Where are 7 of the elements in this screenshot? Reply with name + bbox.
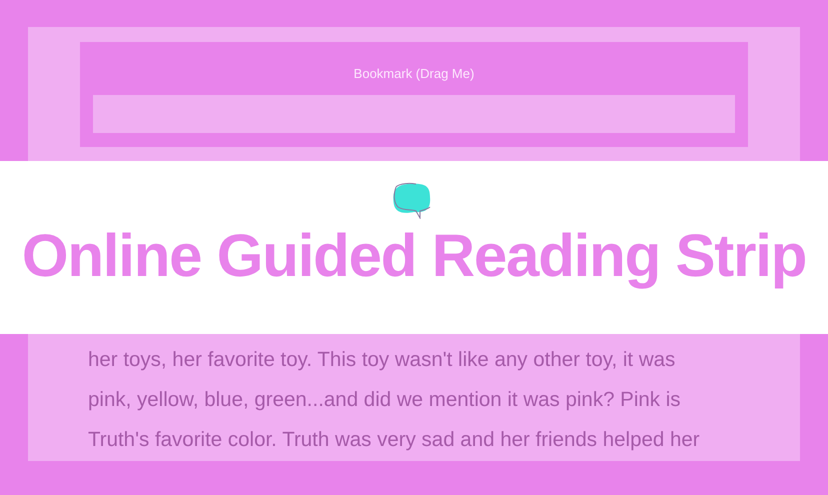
bookmark-strip[interactable] (93, 95, 735, 133)
bookmark-panel[interactable]: Bookmark (Drag Me) (80, 42, 748, 147)
reading-text-line: pink, yellow, blue, green...and did we mention it was pink? Pink is (88, 387, 682, 413)
page-title: Online Guided Reading Strip (22, 223, 806, 289)
reading-text-line: Truth's favorite color. Truth was very sad and her friends helped her (88, 427, 701, 453)
bookmark-label: Bookmark (Drag Me) (354, 66, 474, 82)
reading-text-line: her toys, her favorite toy. This toy wasn't like any other toy, it was (88, 347, 676, 373)
